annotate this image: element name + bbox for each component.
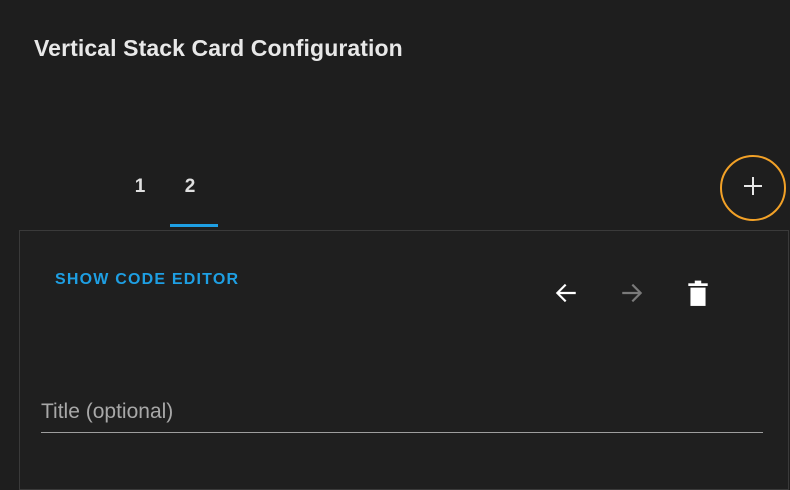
delete-card-button[interactable] — [680, 277, 716, 313]
move-left-button[interactable] — [548, 277, 584, 313]
tab-1[interactable]: 1 — [115, 168, 165, 226]
title-field[interactable] — [41, 391, 763, 433]
arrow-left-icon — [553, 280, 579, 311]
trash-icon — [685, 279, 711, 312]
plus-icon — [741, 174, 765, 203]
card-tabs: 1 2 — [115, 168, 218, 230]
title-input[interactable] — [41, 391, 763, 432]
move-right-button[interactable] — [614, 277, 650, 313]
card-toolbar — [548, 277, 716, 313]
tab-2[interactable]: 2 — [165, 168, 218, 227]
show-code-editor-button[interactable]: SHOW CODE EDITOR — [55, 271, 239, 289]
arrow-right-icon — [619, 280, 645, 311]
add-card-button[interactable] — [720, 155, 786, 221]
card-editor-panel: SHOW CODE EDITOR — [19, 230, 789, 490]
dialog-title: Vertical Stack Card Configuration — [34, 35, 403, 61]
